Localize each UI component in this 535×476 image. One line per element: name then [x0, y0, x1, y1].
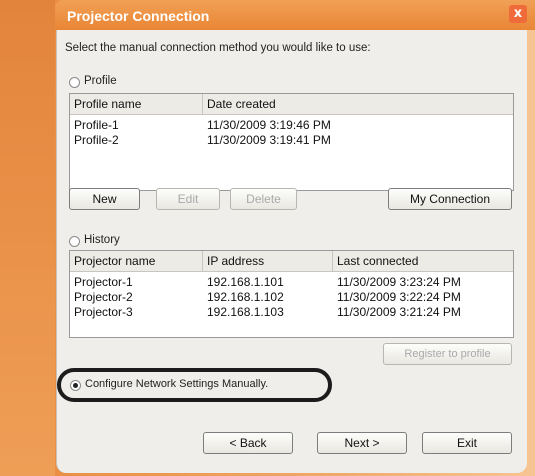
projector-name-cell: Projector-3	[74, 305, 133, 319]
date-created-cell: 11/30/2009 3:19:41 PM	[207, 133, 331, 147]
next-button[interactable]: Next >	[317, 432, 407, 454]
exit-button[interactable]: Exit	[422, 432, 512, 454]
my-connection-button[interactable]: My Connection	[388, 188, 512, 210]
table-row[interactable]: Profile-1 11/30/2009 3:19:46 PM	[70, 118, 513, 133]
profile-list-header: Profile name Date created	[70, 94, 513, 115]
title-bar: Projector Connection x	[55, 0, 535, 30]
column-header-date-created[interactable]: Date created	[203, 94, 513, 114]
edit-button[interactable]: Edit	[156, 188, 220, 210]
profile-list[interactable]: Profile name Date created Profile-1 11/3…	[69, 93, 514, 191]
table-row[interactable]: Profile-2 11/30/2009 3:19:41 PM	[70, 133, 513, 148]
configure-manually-radio[interactable]	[70, 380, 81, 391]
table-row[interactable]: Projector-3 192.168.1.103 11/30/2009 3:2…	[70, 305, 513, 320]
column-header-profile-name[interactable]: Profile name	[70, 94, 203, 114]
column-header-projector-name[interactable]: Projector name	[70, 251, 203, 271]
profile-radio-label: Profile	[84, 75, 117, 87]
history-list-header: Projector name IP address Last connected	[70, 251, 513, 272]
window-title: Projector Connection	[67, 8, 210, 24]
projector-name-cell: Projector-1	[74, 275, 133, 289]
date-created-cell: 11/30/2009 3:19:46 PM	[207, 118, 331, 132]
ip-address-cell: 192.168.1.102	[207, 290, 284, 304]
profile-radio[interactable]	[69, 77, 80, 88]
profile-name-cell: Profile-1	[74, 118, 119, 132]
back-button[interactable]: < Back	[203, 432, 293, 454]
window-side-band	[0, 0, 55, 476]
instruction-text: Select the manual connection method you …	[65, 42, 371, 54]
close-icon: x	[513, 6, 523, 21]
history-radio-label: History	[84, 234, 120, 246]
ip-address-cell: 192.168.1.101	[207, 275, 284, 289]
dialog-body: Select the manual connection method you …	[56, 30, 527, 473]
configure-manually-label: Configure Network Settings Manually.	[85, 378, 269, 390]
delete-button[interactable]: Delete	[230, 188, 297, 210]
last-connected-cell: 11/30/2009 3:23:24 PM	[337, 275, 461, 289]
ip-address-cell: 192.168.1.103	[207, 305, 284, 319]
profile-name-cell: Profile-2	[74, 133, 119, 147]
history-radio[interactable]	[69, 236, 80, 247]
last-connected-cell: 11/30/2009 3:22:24 PM	[337, 290, 461, 304]
table-row[interactable]: Projector-2 192.168.1.102 11/30/2009 3:2…	[70, 290, 513, 305]
close-button[interactable]: x	[509, 5, 527, 23]
history-list[interactable]: Projector name IP address Last connected…	[69, 250, 514, 338]
new-button[interactable]: New	[69, 188, 140, 210]
column-header-ip-address[interactable]: IP address	[203, 251, 333, 271]
table-row[interactable]: Projector-1 192.168.1.101 11/30/2009 3:2…	[70, 275, 513, 290]
register-to-profile-button[interactable]: Register to profile	[383, 343, 512, 365]
last-connected-cell: 11/30/2009 3:21:24 PM	[337, 305, 461, 319]
column-header-last-connected[interactable]: Last connected	[333, 251, 513, 271]
projector-name-cell: Projector-2	[74, 290, 133, 304]
